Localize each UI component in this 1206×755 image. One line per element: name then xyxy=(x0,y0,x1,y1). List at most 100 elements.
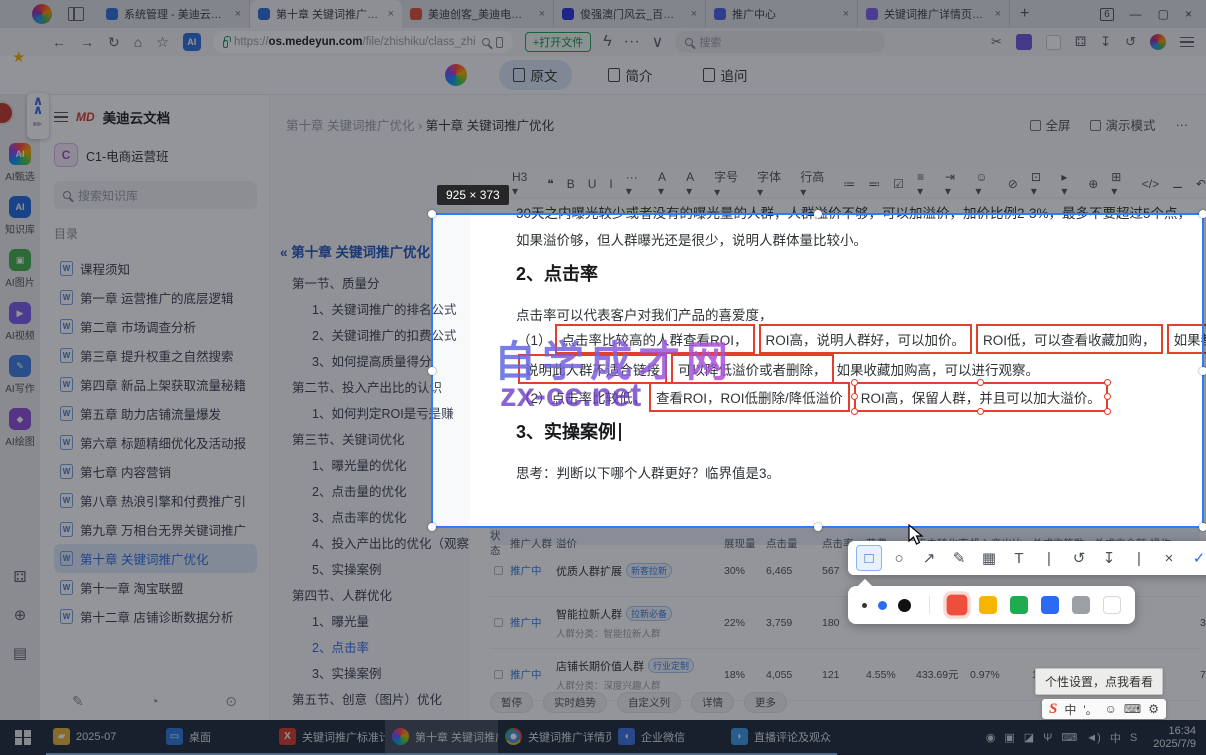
table-action-button[interactable]: 详情 xyxy=(691,692,734,713)
workspace-row[interactable]: C C1-电商运营班 xyxy=(54,143,257,167)
window-restore-button[interactable]: ▢ xyxy=(1158,7,1169,21)
start-button[interactable] xyxy=(0,720,46,755)
chapter-item[interactable]: W 第五章 助力店铺流量爆发 xyxy=(54,399,257,428)
color-swatch[interactable] xyxy=(979,596,997,614)
table-action-button[interactable]: 更多 xyxy=(744,692,787,713)
toc-item[interactable]: 2、关键词推广的扣费公式 xyxy=(280,323,470,349)
annotation-tool-button[interactable]: □ xyxy=(856,545,882,571)
toc-item[interactable]: 1、曝光量 xyxy=(280,609,470,635)
pin-icon[interactable]: ✎ xyxy=(30,117,46,132)
tray-icon[interactable]: Ψ xyxy=(1043,732,1052,744)
tray-icon[interactable]: ⌨ xyxy=(1061,731,1077,744)
history-icon[interactable]: ↺ xyxy=(1125,34,1136,50)
tab-count-badge[interactable]: 6 xyxy=(1100,7,1114,21)
split-view-icon[interactable] xyxy=(68,7,84,21)
editor-tool-button[interactable]: A ▾ xyxy=(658,170,673,197)
toc-item[interactable]: 5、实操案例 xyxy=(280,557,470,583)
chapter-item[interactable]: W 第二章 市场调查分析 xyxy=(54,312,257,341)
snapshot-icon[interactable] xyxy=(495,36,503,48)
text-segment[interactable]: ROI高，保留人群，并且可以加大溢价。 xyxy=(850,379,1111,415)
toc-title[interactable]: « 第十章 关键词推广优化 xyxy=(280,241,470,261)
breadcrumb[interactable]: 第十章 关键词推广优化 › 第十章 关键词推广优化 xyxy=(286,115,554,134)
annotation-tool-button[interactable]: T xyxy=(1006,545,1032,571)
compose-icon[interactable]: ✎ xyxy=(72,693,84,710)
color-swatch[interactable] xyxy=(1041,596,1059,614)
annotation-tool-button[interactable]: ↧ xyxy=(1096,545,1122,571)
notes-extension-icon[interactable] xyxy=(1045,34,1061,50)
editor-tool-button[interactable]: ≔ xyxy=(843,177,855,191)
chapter-item[interactable]: W 课程须知 xyxy=(54,254,257,283)
window-close-button[interactable]: × xyxy=(1185,7,1192,21)
flash-icon[interactable]: ϟ xyxy=(603,33,611,51)
editor-tool-button[interactable]: ☺ ▾ xyxy=(975,170,994,197)
taskbar-app[interactable]: X 关键词推广标准计... xyxy=(272,720,385,755)
rail-item[interactable]: AI AI甄选 xyxy=(5,143,35,183)
window-minimize-button[interactable]: — xyxy=(1130,7,1142,21)
more-actions-button[interactable]: ··· xyxy=(1176,118,1189,132)
stroke-size-dot[interactable] xyxy=(878,600,887,610)
editor-tool-button[interactable]: ≕ xyxy=(868,177,880,191)
row-checkbox[interactable] xyxy=(494,566,503,575)
kb-search-input[interactable]: 搜索知识库 xyxy=(54,181,257,209)
annotation-tool-button[interactable]: ✓ xyxy=(1186,545,1206,571)
annotation-tool-button[interactable]: ↗ xyxy=(916,545,942,571)
power-icon[interactable]: ⊙ xyxy=(225,693,237,710)
text-segment[interactable]: 查看ROI，ROI低删除/降低溢价 xyxy=(649,382,850,412)
browser-tab[interactable]: 推广中心 × xyxy=(706,0,858,28)
collapse-chevron-icon[interactable]: « xyxy=(280,245,288,260)
editor-tool-button[interactable]: U xyxy=(588,177,597,191)
editor-tool-button[interactable]: ⚊ xyxy=(1172,177,1183,191)
toc-item[interactable]: 第一节、质量分 xyxy=(280,271,470,297)
present-mode-button[interactable]: 演示模式 xyxy=(1090,115,1156,134)
chapter-item[interactable]: W 第八章 热浪引擎和付费推广引 xyxy=(54,486,257,515)
url-search-icon[interactable] xyxy=(481,38,490,46)
sidebar-menu-icon[interactable] xyxy=(54,112,68,122)
browser-tab[interactable]: 系统管理 - 美迪云管理 × xyxy=(98,0,250,28)
editor-tool-button[interactable]: 行高 ▾ xyxy=(800,170,830,197)
open-file-button[interactable]: +打开文件 xyxy=(524,32,592,52)
rail-item[interactable]: ✎ AI写作 xyxy=(5,355,35,395)
annotation-tool-button[interactable]: | xyxy=(1036,545,1062,571)
chapter-item[interactable]: W 第十二章 店铺诊断数据分析 xyxy=(54,602,257,631)
toc-item[interactable]: 4、投入产出比的优化（观察7天/15 xyxy=(280,531,506,557)
url-field[interactable]: https://os.medeyun.com/file/zhishiku/cla… xyxy=(212,31,513,53)
taskbar-app[interactable]: 关键词推广详情页... xyxy=(498,720,611,755)
new-tab-button[interactable]: + xyxy=(1020,5,1029,23)
editor-tool-button[interactable]: ☑ xyxy=(893,177,904,191)
tray-icon[interactable]: ◄) xyxy=(1086,732,1101,744)
chapter-item[interactable]: W 第十章 关键词推广优化 xyxy=(54,544,257,573)
toolbar-search-field[interactable]: 搜索 xyxy=(675,31,886,53)
editor-tool-button[interactable]: ▸ ▾ xyxy=(1061,170,1075,197)
editor-tool-button[interactable]: B xyxy=(567,177,575,191)
table-action-button[interactable]: 暂停 xyxy=(490,692,533,713)
double-chevron-up-icon[interactable]: ∧ ∧ xyxy=(33,94,44,116)
toc-item[interactable]: 2、点击量的优化 xyxy=(280,479,470,505)
taskbar-app[interactable]: ◖ 企业微信 xyxy=(611,720,724,755)
tab-close-icon[interactable]: × xyxy=(539,8,545,20)
forward-icon[interactable]: → xyxy=(80,34,94,50)
browser-logo-icon[interactable] xyxy=(32,4,52,24)
rail-bottom-icon[interactable]: ⊕ xyxy=(14,606,27,624)
ime-icon[interactable]: ☺ xyxy=(1105,702,1117,716)
editor-tool-button[interactable]: ❝ xyxy=(547,177,553,191)
rail-item[interactable]: AI 知识库 xyxy=(5,196,35,236)
taskbar-app[interactable]: ◗ 直播评论及观众 xyxy=(724,720,837,755)
favorites-star-icon[interactable]: ★ xyxy=(12,48,25,66)
document-canvas[interactable]: 30天之内曝光较少或者没有的曝光量的人群，人群溢价不够，可以加溢价，加价比例2-… xyxy=(470,200,1206,720)
table-header-cell[interactable]: 溢价 xyxy=(556,536,724,551)
taskbar-app[interactable]: 第十章 关键词推广... xyxy=(385,720,498,755)
row-checkbox[interactable] xyxy=(494,670,503,679)
toc-item[interactable]: 1、关键词推广的排名公式 xyxy=(280,297,470,323)
scissors-icon[interactable]: ✂ xyxy=(991,34,1002,50)
home-icon[interactable]: ⌂ xyxy=(134,34,142,50)
editor-tool-button[interactable]: </> xyxy=(1142,177,1159,191)
tab-close-icon[interactable]: × xyxy=(843,8,849,20)
browser-tab[interactable]: 俊强澳门风云_百度搜索 × xyxy=(554,0,706,28)
reload-icon[interactable]: ↻ xyxy=(108,34,120,51)
content-mode-tab[interactable]: 追问 xyxy=(689,60,762,90)
rail-item[interactable]: ▣ AI图片 xyxy=(5,249,35,289)
table-action-button[interactable]: 自定义列 xyxy=(617,692,681,713)
tab-close-icon[interactable]: × xyxy=(691,8,697,20)
rail-bottom-icon[interactable]: ⚃ xyxy=(13,568,26,586)
editor-tool-button[interactable]: H3 ▾ xyxy=(512,170,534,197)
